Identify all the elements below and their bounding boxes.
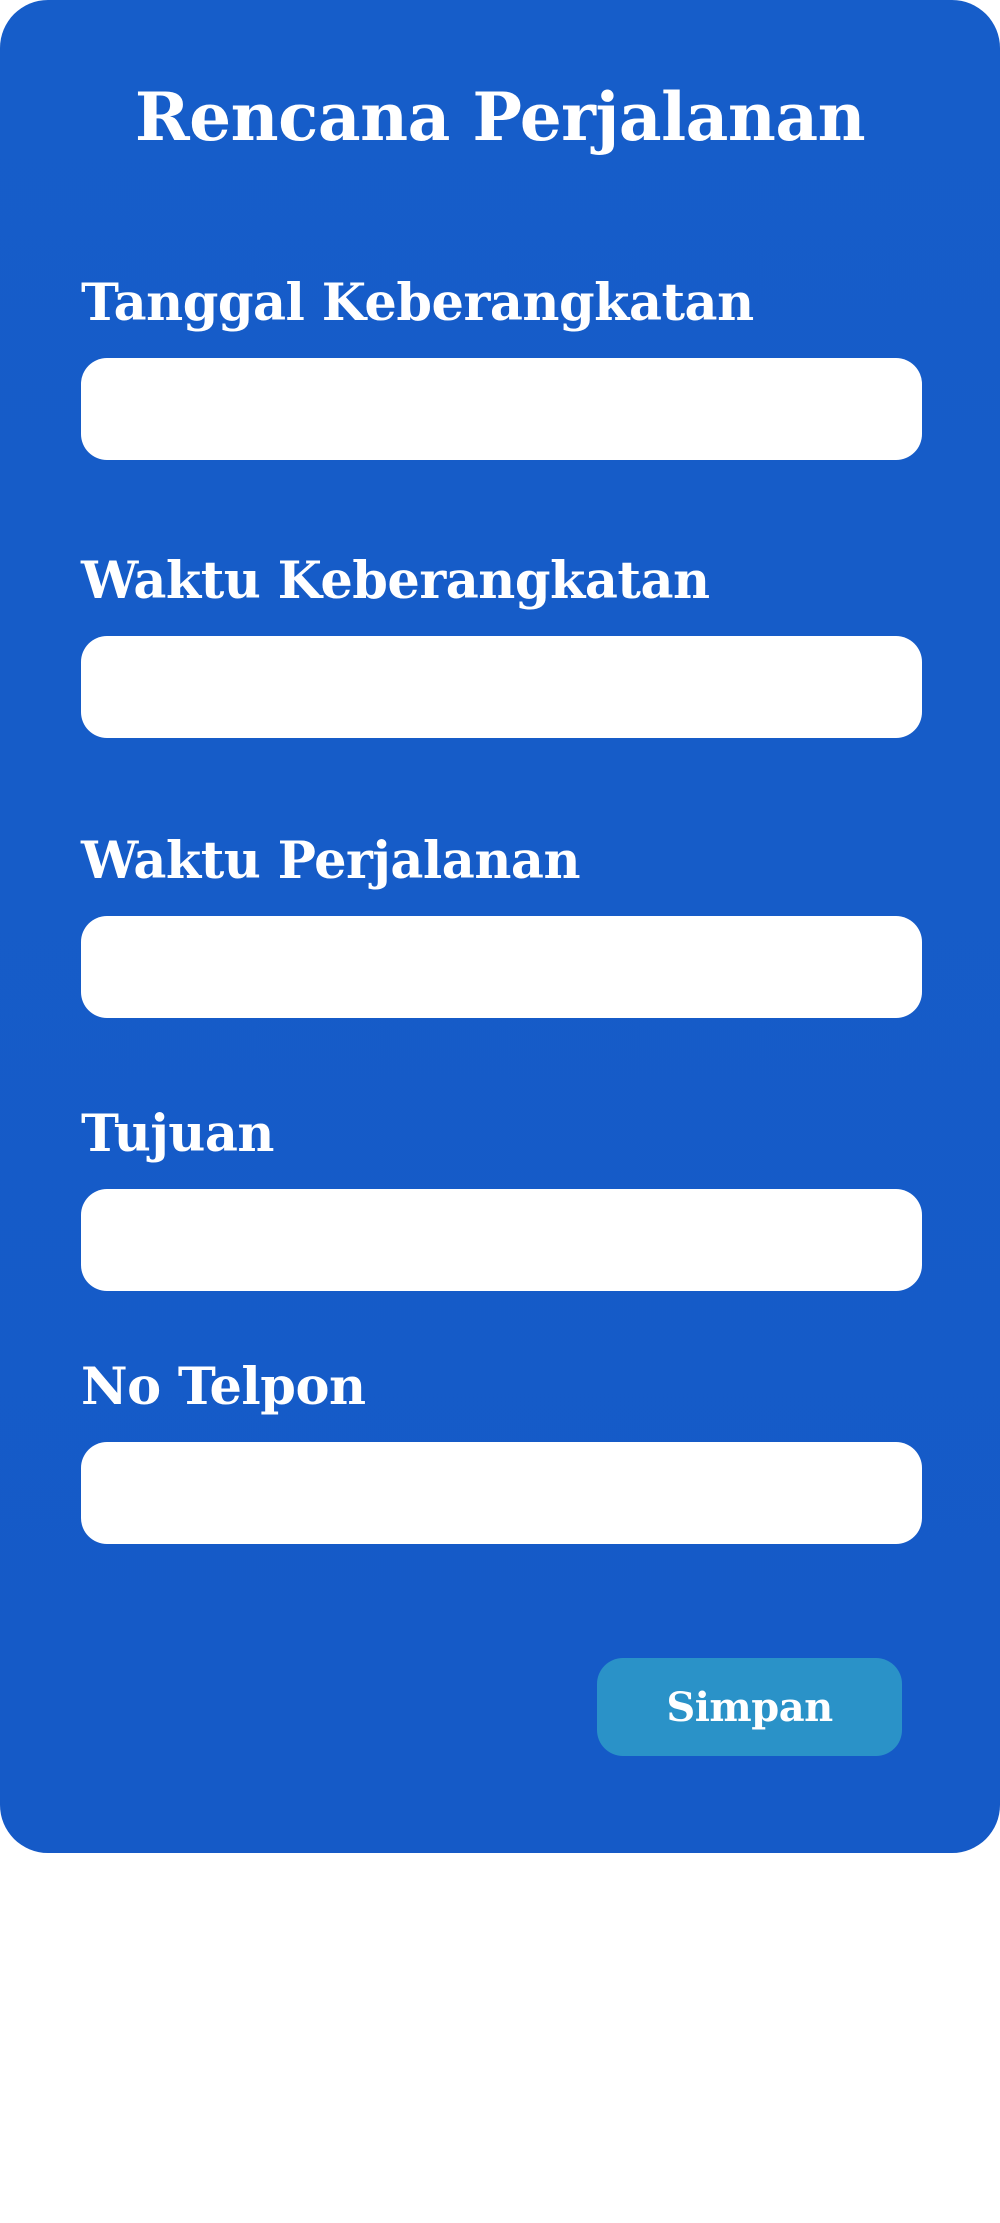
departure-date-label: Tanggal Keberangkatan: [81, 273, 754, 333]
departure-time-field[interactable]: [81, 636, 922, 738]
page-title: Rencana Perjalanan: [134, 78, 866, 156]
destination-field[interactable]: [81, 1189, 922, 1291]
departure-date-field[interactable]: [81, 358, 922, 460]
save-button[interactable]: Simpan: [597, 1658, 902, 1756]
travel-time-label: Waktu Perjalanan: [81, 831, 581, 891]
destination-label: Tujuan: [81, 1104, 275, 1164]
phone-number-field[interactable]: [81, 1442, 922, 1544]
departure-time-label: Waktu Keberangkatan: [81, 551, 710, 611]
travel-time-field[interactable]: [81, 916, 922, 1018]
trip-plan-card: Rencana Perjalanan Tanggal Keberangkatan…: [0, 0, 1000, 1853]
phone-number-label: No Telpon: [81, 1357, 366, 1417]
